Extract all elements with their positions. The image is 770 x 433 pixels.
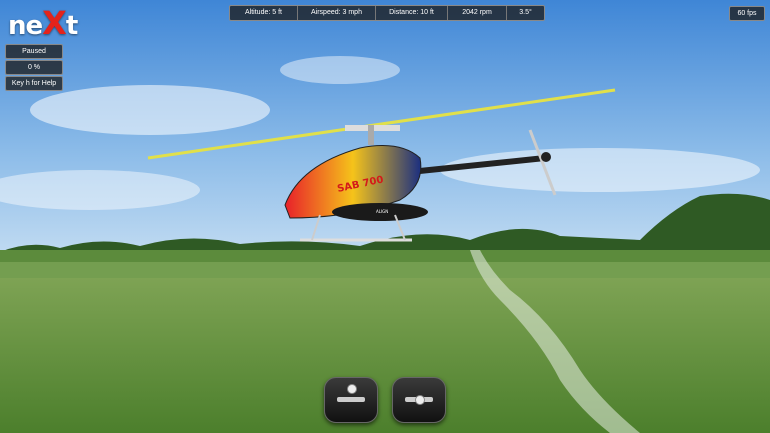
help-button[interactable]: Key h for Help	[5, 76, 63, 91]
angle-readout: 3.5°	[519, 9, 532, 16]
left-stick-icon[interactable]	[324, 377, 378, 423]
rpm-readout: 2042 rpm	[448, 6, 507, 20]
left-stick-knob[interactable]	[347, 384, 357, 394]
airspeed-readout: Airspeed: 3 mph	[298, 6, 376, 20]
percent-button[interactable]: 0 %	[5, 60, 63, 75]
logo-x: X	[42, 4, 67, 42]
distance-readout: Distance: 10 ft	[376, 6, 448, 20]
telemetry-bar: Altitude: 5 ft Airspeed: 3 mph Distance:…	[229, 5, 545, 21]
logo: neXt	[8, 4, 78, 42]
logo-suffix: t	[65, 11, 78, 41]
left-stick-rail	[337, 397, 365, 402]
fps-counter: 60 fps	[729, 6, 765, 21]
heli-brand: ALIGN	[376, 209, 388, 214]
altitude-readout: Altitude: 5 ft	[230, 6, 298, 20]
right-stick-icon[interactable]	[392, 377, 446, 423]
paused-button[interactable]: Paused	[5, 44, 63, 59]
right-stick-knob[interactable]	[415, 395, 425, 405]
logo-prefix: ne	[8, 11, 43, 41]
game-scene: SAB 700 ALIGN	[0, 0, 770, 433]
